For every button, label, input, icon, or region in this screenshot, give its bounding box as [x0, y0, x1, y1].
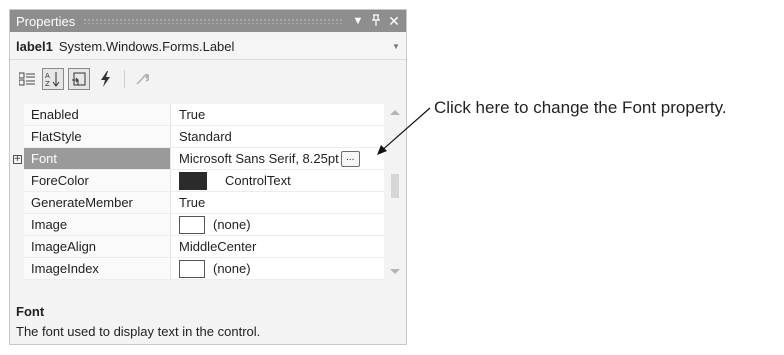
- callout-text: Click here to change the Font property.: [434, 98, 727, 117]
- callout-arrow: [377, 107, 431, 155]
